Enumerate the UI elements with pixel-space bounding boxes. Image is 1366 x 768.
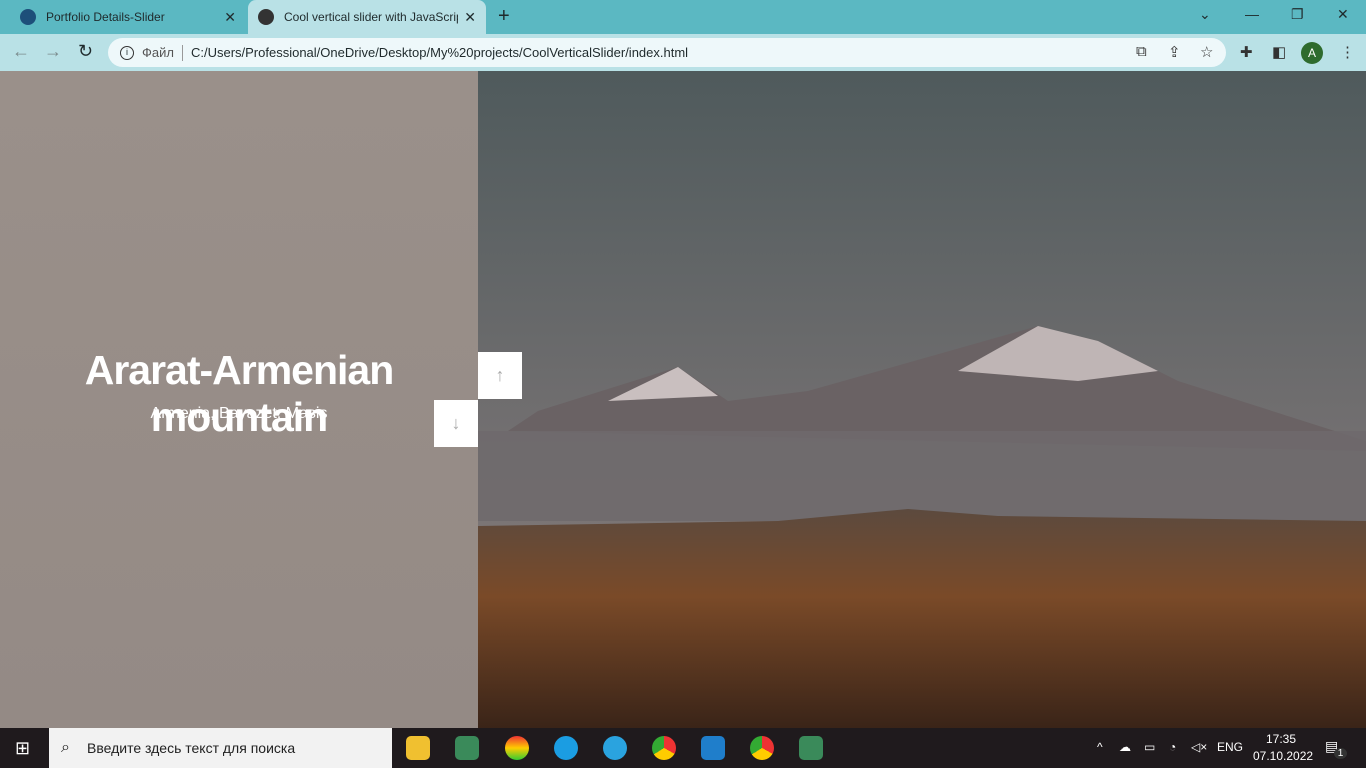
- bookmark-star-icon[interactable]: ☆: [1200, 43, 1213, 61]
- url-text[interactable]: C:/Users/Professional/OneDrive/Desktop/M…: [191, 45, 688, 60]
- search-icon: ⌕: [61, 739, 70, 756]
- clock-time[interactable]: 17:35: [1266, 732, 1296, 746]
- site-favicon-icon: [20, 9, 36, 25]
- slide-up-button[interactable]: ↑: [478, 352, 522, 399]
- file-label: Файл: [142, 45, 174, 60]
- profile-avatar[interactable]: A: [1301, 42, 1323, 64]
- address-bar[interactable]: i Файл C:/Users/Professional/OneDrive/De…: [108, 38, 1226, 67]
- forward-icon[interactable]: →: [44, 41, 62, 62]
- translate-icon[interactable]: ⧉: [1136, 43, 1147, 60]
- divider: [181, 44, 183, 61]
- onedrive-icon[interactable]: ☁: [1119, 740, 1131, 754]
- new-tab-icon[interactable]: +: [498, 5, 510, 28]
- menu-icon[interactable]: ⋮: [1340, 43, 1355, 61]
- slide-title: Ararat-Armenian mountain: [84, 347, 395, 440]
- close-tab-icon[interactable]: ✕: [224, 9, 236, 26]
- wifi-icon[interactable]: ◔: [1169, 740, 1176, 754]
- arrow-up-icon: ↑: [495, 365, 505, 385]
- share-icon[interactable]: ⇪: [1168, 43, 1181, 61]
- globe-icon: [258, 9, 274, 25]
- close-tab-icon[interactable]: ✕: [464, 9, 476, 26]
- clock-date[interactable]: 07.10.2022: [1253, 749, 1313, 763]
- slider-page: Ararat-Armenian mountain Armenia, Bayaze…: [0, 71, 1366, 728]
- windows-start-icon[interactable]: ⊞: [15, 738, 30, 759]
- tab-bar: Portfolio Details-Slider ✕ Cool vertical…: [0, 0, 1366, 34]
- chrome-icon[interactable]: [652, 736, 676, 760]
- tab-title: Cool vertical slider with JavaScript: [284, 10, 459, 24]
- tab-slider[interactable]: Cool vertical slider with JavaScript ✕: [248, 0, 486, 34]
- tab-search-chevron-icon[interactable]: ⌄: [1199, 6, 1211, 23]
- windows-taskbar: ⊞ ⌕ Введите здесь текст для поиска ^ ☁ ▭…: [0, 728, 1366, 768]
- taskbar-search[interactable]: ⌕ Введите здесь текст для поиска: [49, 728, 392, 768]
- side-panel-icon[interactable]: ◧: [1272, 43, 1286, 61]
- minimize-icon[interactable]: —: [1245, 6, 1259, 22]
- telegram-icon[interactable]: [603, 736, 627, 760]
- slide-subtitle: Armenia, Bayazet, Masis: [150, 405, 328, 422]
- slide-caption-panel: Ararat-Armenian mountain Armenia, Bayaze…: [0, 71, 478, 728]
- edge-icon[interactable]: [554, 736, 578, 760]
- file-explorer-icon[interactable]: [406, 736, 430, 760]
- git-icon[interactable]: [455, 736, 479, 760]
- tab-title: Portfolio Details-Slider: [46, 10, 165, 24]
- back-icon[interactable]: ←: [12, 41, 30, 62]
- tray-chevron-icon[interactable]: ^: [1097, 740, 1103, 754]
- browser-toolbar: ← → ↻ i Файл C:/Users/Professional/OneDr…: [0, 34, 1366, 71]
- info-icon[interactable]: i: [120, 45, 134, 60]
- search-placeholder: Введите здесь текст для поиска: [87, 740, 296, 756]
- notification-count: 1: [1334, 748, 1347, 759]
- restore-icon[interactable]: ❐: [1291, 6, 1304, 23]
- language-indicator[interactable]: ENG: [1217, 740, 1243, 754]
- extensions-icon[interactable]: ✚: [1240, 43, 1253, 61]
- git-icon[interactable]: [799, 736, 823, 760]
- battery-icon[interactable]: ▭: [1144, 740, 1155, 754]
- close-window-icon[interactable]: ✕: [1337, 6, 1349, 23]
- vscode-icon[interactable]: [701, 736, 725, 760]
- chrome-profile-icon[interactable]: [750, 736, 774, 760]
- reload-icon[interactable]: ↻: [78, 41, 93, 62]
- slide-image: [478, 71, 1366, 728]
- slide-down-button[interactable]: ↓: [434, 400, 478, 447]
- arrow-down-icon: ↓: [451, 413, 461, 433]
- volume-muted-icon[interactable]: ◁×: [1191, 740, 1207, 754]
- tab-portfolio[interactable]: Portfolio Details-Slider ✕: [10, 0, 246, 34]
- app-icon[interactable]: [505, 736, 529, 760]
